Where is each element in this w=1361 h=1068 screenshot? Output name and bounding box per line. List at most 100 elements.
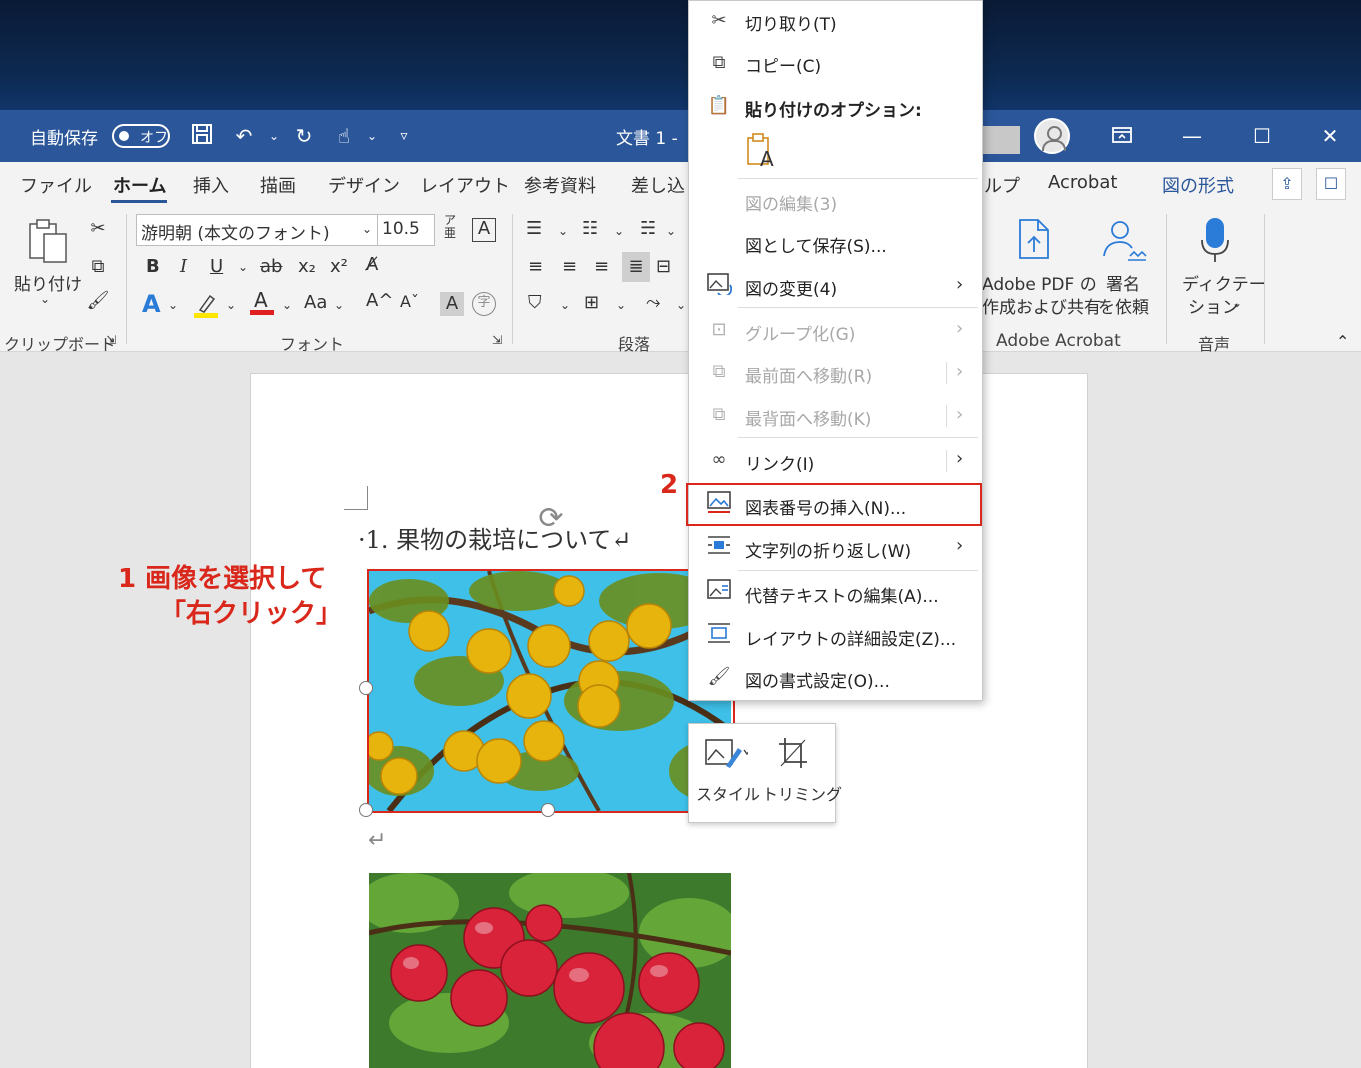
cut-icon[interactable]: ✂ bbox=[86, 218, 110, 239]
highlight-dropdown-icon[interactable]: ⌄ bbox=[226, 298, 236, 312]
bullets-dropdown-icon[interactable]: ⌄ bbox=[558, 224, 568, 238]
ribbon-display-icon[interactable] bbox=[1108, 124, 1136, 152]
picture-style-label[interactable]: スタイル bbox=[696, 781, 760, 805]
font-launcher-icon[interactable]: ⇲ bbox=[492, 333, 502, 347]
picture-style-icon[interactable] bbox=[704, 736, 751, 772]
paste-keep-text-icon[interactable]: A bbox=[746, 132, 778, 171]
font-name-select[interactable]: 游明朝 (本文のフォント) bbox=[136, 214, 378, 246]
shading-icon[interactable]: ⛉ bbox=[528, 292, 542, 313]
chevron-right-icon[interactable]: › bbox=[956, 361, 963, 382]
tab-mailings[interactable]: 差し込 bbox=[631, 172, 685, 198]
borders-icon[interactable]: ⊞ bbox=[584, 292, 599, 313]
bullets-icon[interactable]: ☰ bbox=[526, 218, 542, 239]
highlight-icon[interactable] bbox=[194, 292, 218, 323]
sort-dropdown-icon[interactable]: ⌄ bbox=[676, 298, 686, 312]
comments-icon[interactable]: ☐ bbox=[1316, 168, 1346, 200]
menu-item-cut[interactable]: 切り取り(T) bbox=[745, 10, 837, 35]
menu-item-copy[interactable]: コピー(C) bbox=[745, 52, 821, 77]
borders-dropdown-icon[interactable]: ⌄ bbox=[616, 298, 626, 312]
underline-icon[interactable]: U bbox=[210, 256, 223, 277]
paste-icon[interactable] bbox=[24, 218, 72, 264]
document-heading[interactable]: ·1. 果物の栽培について↵ bbox=[358, 520, 632, 555]
create-pdf-label-1[interactable]: Adobe PDF の bbox=[982, 270, 1097, 295]
create-pdf-icon[interactable] bbox=[1014, 218, 1054, 264]
font-color-dropdown-icon[interactable]: ⌄ bbox=[282, 298, 292, 312]
search-box[interactable] bbox=[982, 126, 1020, 154]
strikethrough-icon[interactable]: ab bbox=[260, 256, 282, 277]
autosave-toggle[interactable]: オフ bbox=[112, 124, 170, 148]
tab-references[interactable]: 参考資料 bbox=[524, 172, 596, 198]
grow-font-icon[interactable]: A^ bbox=[366, 290, 393, 311]
request-signature-label-2[interactable]: を依頼 bbox=[1098, 293, 1149, 318]
request-signature-icon[interactable] bbox=[1100, 218, 1148, 264]
numbering-icon[interactable]: ☷ bbox=[582, 218, 598, 239]
dictate-dropdown-icon[interactable]: ⌄ bbox=[1232, 296, 1242, 310]
touch-mode-icon[interactable]: ☝ bbox=[330, 122, 358, 150]
shrink-font-icon[interactable]: Aˇ bbox=[400, 292, 419, 311]
tab-acrobat[interactable]: Acrobat bbox=[1048, 172, 1117, 193]
clear-formatting-icon[interactable]: A̸ bbox=[366, 254, 378, 275]
character-border-icon[interactable]: A bbox=[472, 218, 496, 242]
crop-icon[interactable] bbox=[776, 736, 810, 772]
create-pdf-label-2[interactable]: 作成および共有 bbox=[982, 293, 1101, 318]
dictate-icon[interactable] bbox=[1198, 216, 1232, 264]
tab-help[interactable]: ルプ bbox=[984, 172, 1020, 198]
menu-item-wrap-text[interactable]: 文字列の折り返し(W) bbox=[745, 537, 911, 562]
dictate-label-1[interactable]: ディクテー bbox=[1182, 270, 1266, 295]
tab-home[interactable]: ホーム bbox=[113, 172, 166, 198]
resize-handle-bottom-left[interactable] bbox=[359, 803, 373, 817]
menu-item-edit-alt-text[interactable]: 代替テキストの編集(A)... bbox=[745, 582, 939, 607]
clipboard-launcher-icon[interactable]: ⇲ bbox=[106, 333, 116, 347]
align-center-icon[interactable]: ≡ bbox=[562, 256, 577, 277]
tab-picture-format[interactable]: 図の形式 bbox=[1162, 172, 1234, 198]
maximize-icon[interactable]: ☐ bbox=[1248, 122, 1276, 150]
menu-item-format-picture[interactable]: 図の書式設定(O)... bbox=[745, 667, 890, 692]
sort-icon[interactable]: ⤳ bbox=[646, 292, 660, 313]
share-icon[interactable]: ⇪ bbox=[1272, 168, 1302, 200]
enclose-characters-icon[interactable]: 字 bbox=[472, 292, 496, 316]
underline-dropdown-icon[interactable]: ⌄ bbox=[238, 260, 248, 274]
align-right-icon[interactable]: ≡ bbox=[594, 256, 609, 277]
tab-file[interactable]: ファイル bbox=[20, 172, 92, 198]
customize-qat-icon[interactable]: ▿ bbox=[390, 122, 418, 150]
redo-icon[interactable]: ↻ bbox=[290, 122, 318, 150]
italic-icon[interactable]: I bbox=[180, 256, 187, 277]
distributed-icon[interactable]: ⊟ bbox=[656, 256, 671, 277]
menu-item-send-to-back[interactable]: 最背面へ移動(K) bbox=[745, 405, 871, 430]
change-case-dropdown-icon[interactable]: ⌄ bbox=[334, 298, 344, 312]
menu-item-group[interactable]: グループ化(G) bbox=[745, 320, 855, 345]
rotate-handle-icon[interactable]: ⟳ bbox=[534, 502, 568, 536]
undo-icon[interactable]: ↶ bbox=[230, 122, 258, 150]
subscript-icon[interactable]: x₂ bbox=[298, 256, 316, 277]
request-signature-label-1[interactable]: 署名 bbox=[1106, 270, 1140, 295]
menu-item-link[interactable]: リンク(I) bbox=[745, 450, 814, 475]
tab-design[interactable]: デザイン bbox=[328, 172, 400, 198]
multilevel-dropdown-icon[interactable]: ⌄ bbox=[666, 224, 676, 238]
font-color-icon[interactable]: A bbox=[250, 288, 274, 321]
menu-item-layout-options[interactable]: レイアウトの詳細設定(Z)... bbox=[745, 625, 956, 650]
numbering-dropdown-icon[interactable]: ⌄ bbox=[614, 224, 624, 238]
minimize-icon[interactable]: — bbox=[1178, 122, 1206, 150]
character-shading-icon[interactable]: A bbox=[440, 292, 464, 316]
collapse-ribbon-icon[interactable]: ⌃ bbox=[1336, 332, 1349, 351]
menu-item-bring-to-front[interactable]: 最前面へ移動(R) bbox=[745, 362, 872, 387]
chevron-right-icon[interactable]: › bbox=[956, 404, 963, 425]
superscript-icon[interactable]: x² bbox=[330, 256, 348, 277]
text-effects-icon[interactable]: A bbox=[142, 290, 161, 318]
tab-layout[interactable]: レイアウト bbox=[420, 172, 510, 198]
shading-dropdown-icon[interactable]: ⌄ bbox=[560, 298, 570, 312]
crop-label[interactable]: トリミング bbox=[762, 781, 842, 805]
font-name-dropdown-icon[interactable]: ⌄ bbox=[362, 222, 372, 236]
resize-handle-left[interactable] bbox=[359, 681, 373, 695]
tab-draw[interactable]: 描画 bbox=[260, 172, 296, 198]
chevron-right-icon[interactable]: › bbox=[956, 448, 963, 469]
text-effects-dropdown-icon[interactable]: ⌄ bbox=[168, 298, 178, 312]
multilevel-list-icon[interactable]: ☵ bbox=[640, 218, 656, 239]
avatar[interactable] bbox=[1034, 118, 1070, 154]
format-painter-icon[interactable]: 🖌 bbox=[86, 290, 110, 311]
change-case-icon[interactable]: Aa bbox=[304, 292, 327, 313]
touch-dropdown-icon[interactable]: ⌄ bbox=[358, 122, 386, 150]
undo-dropdown-icon[interactable]: ⌄ bbox=[260, 122, 288, 150]
menu-item-save-as-picture[interactable]: 図として保存(S)... bbox=[745, 232, 887, 257]
font-size-select[interactable]: 10.5 bbox=[377, 214, 435, 246]
